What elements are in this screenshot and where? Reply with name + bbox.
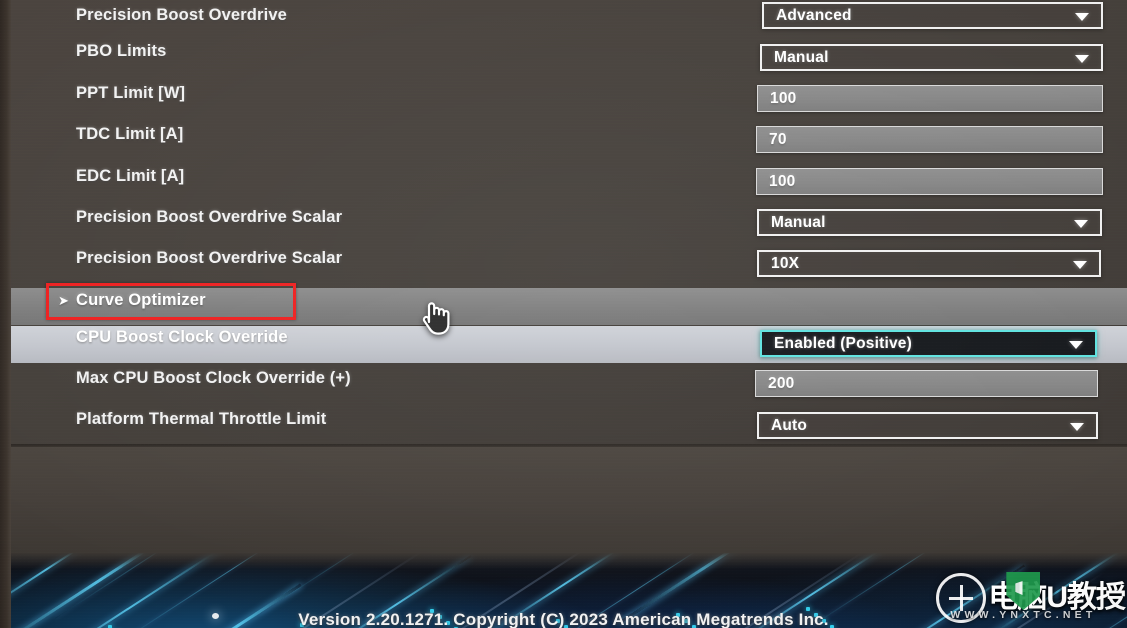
chevron-down-icon: [1069, 340, 1083, 349]
footer-banner: Version 2.20.1271. Copyright (C) 2023 Am…: [0, 553, 1127, 628]
input-value: 100: [770, 89, 797, 107]
setting-label: Platform Thermal Throttle Limit: [76, 410, 327, 428]
dropdown-value: Enabled (Positive): [774, 334, 912, 352]
dropdown-pbo-limits[interactable]: Manual: [760, 44, 1103, 71]
input-value: 100: [769, 172, 796, 190]
chevron-down-icon: [1075, 12, 1089, 21]
setting-label: EDC Limit [A]: [76, 167, 185, 185]
dropdown-platform-thermal-throttle-limit[interactable]: Auto: [757, 412, 1098, 439]
setting-label: PPT Limit [W]: [76, 84, 186, 102]
setting-label: Precision Boost Overdrive: [76, 6, 287, 24]
annotation-highlight-curve-optimizer: [46, 283, 296, 320]
help-panel: i Increases the maximum CPU frequency th…: [0, 447, 1127, 553]
input-ppt-limit[interactable]: 100: [757, 85, 1103, 112]
input-max-cpu-boost-clock-override[interactable]: 200: [755, 370, 1098, 397]
setting-label: CPU Boost Clock Override: [76, 328, 288, 346]
input-value: 70: [769, 130, 787, 148]
setting-label: PBO Limits: [76, 42, 167, 60]
mouse-cursor-pointing-hand: [422, 302, 450, 335]
dropdown-cpu-boost-clock-override[interactable]: Enabled (Positive): [760, 330, 1097, 357]
dropdown-precision-boost-overdrive-scalar-value[interactable]: 10X: [757, 250, 1101, 277]
setting-label: Precision Boost Overdrive Scalar: [76, 249, 343, 267]
dropdown-precision-boost-overdrive-scalar-mode[interactable]: Manual: [757, 209, 1102, 236]
monitor-bezel-edge: [0, 0, 11, 628]
input-edc-limit[interactable]: 100: [756, 168, 1103, 195]
dropdown-value: 10X: [771, 254, 800, 272]
input-value: 200: [768, 374, 795, 392]
chevron-down-icon: [1074, 219, 1088, 228]
dropdown-precision-boost-overdrive[interactable]: Advanced: [762, 2, 1103, 29]
chevron-down-icon: [1073, 260, 1087, 269]
input-tdc-limit[interactable]: 70: [756, 126, 1103, 153]
setting-label: Precision Boost Overdrive Scalar: [76, 208, 343, 226]
dropdown-value: Manual: [771, 213, 826, 231]
chevron-down-icon: [1070, 422, 1084, 431]
bios-screenshot: Precision Boost Overdrive Advanced PBO L…: [0, 0, 1127, 628]
setting-label: Max CPU Boost Clock Override (+): [76, 369, 351, 387]
dropdown-value: Advanced: [776, 6, 852, 24]
footer-top-fade: [0, 553, 1127, 569]
bios-version-text: Version 2.20.1271. Copyright (C) 2023 Am…: [298, 610, 829, 628]
chevron-down-icon: [1075, 54, 1089, 63]
dropdown-value: Manual: [774, 48, 829, 66]
dropdown-value: Auto: [771, 416, 808, 434]
settings-list: Precision Boost Overdrive Advanced PBO L…: [0, 0, 1127, 444]
setting-label: TDC Limit [A]: [76, 125, 184, 143]
